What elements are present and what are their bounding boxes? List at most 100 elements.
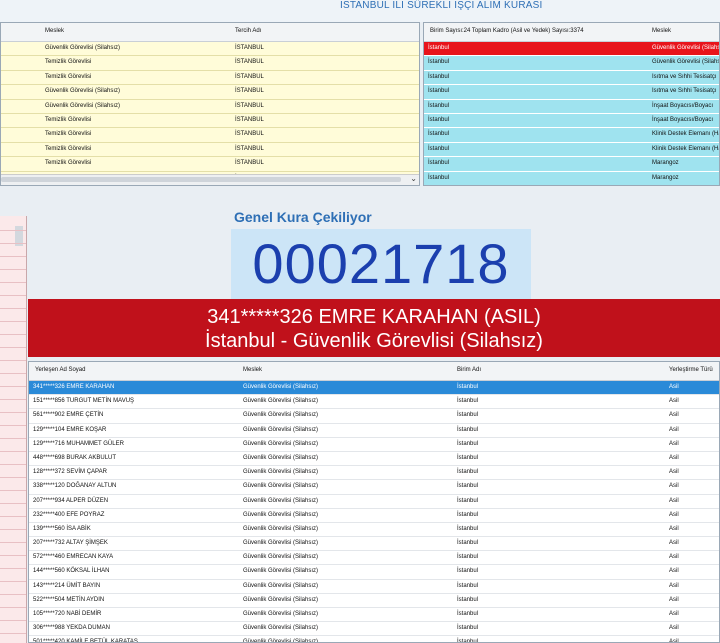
table-row[interactable]: 501*****420 KAMİLE BETÜL KARATAŞ Güvenlik…: [29, 636, 719, 643]
preference-grid-body: Güvenlik Görevlisi (Silahsız) İSTANBUL Tem…: [1, 42, 419, 185]
cell: 448*****698 BURAK AKBULUT: [33, 454, 117, 461]
cell: 232*****400 EFE POYRAZ: [33, 511, 105, 518]
row-divider: [0, 308, 26, 309]
cell: Güvenlik Görevlisi (Silahsız): [243, 384, 319, 390]
cell: İstanbul: [457, 454, 479, 461]
side-list[interactable]: [0, 216, 27, 643]
column-header-meslek-right[interactable]: Meslek: [652, 28, 671, 34]
table-row[interactable]: 341*****326 EMRE KARAHAN Güvenlik Görevli…: [29, 381, 719, 396]
unit-count-header[interactable]: Birim Sayısı:24 Toplam Kadro (Asil ve Ye…: [430, 28, 584, 34]
cell: Temizlik Görevlisi: [45, 145, 92, 152]
table-row[interactable]: 105*****720 NABİ DEMİR Güvenlik Görevlisi…: [29, 608, 719, 623]
cell: Güvenlik Görevlisi (Silahsız): [243, 426, 319, 433]
table-row[interactable]: İstanbul Güvenlik Görevlisi (Silahsız): [424, 42, 719, 57]
table-row[interactable]: 207*****732 ALTAY ŞİMŞEK Güvenlik Görevli…: [29, 537, 719, 552]
unit-grid[interactable]: Birim Sayısı:24 Toplam Kadro (Asil ve Ye…: [423, 22, 720, 186]
column-header-birim[interactable]: Birim Adı: [457, 367, 481, 373]
cell: İstanbul: [457, 440, 479, 447]
cell: İstanbul: [457, 568, 479, 575]
cell: 572*****460 EMRECAN KAYA: [33, 554, 114, 561]
table-row[interactable]: İstanbul İnşaat Boyacısı/Boyacı: [424, 99, 719, 114]
table-row[interactable]: 522*****504 METİN AYDIN Güvenlik Görevlis…: [29, 594, 719, 608]
cell: Güvenlik Görevlisi (Silahsız): [243, 483, 319, 490]
table-row[interactable]: İstanbul Marangoz: [424, 157, 719, 172]
table-row[interactable]: 207*****934 ALPER DÜZEN Güvenlik Görevlis…: [29, 495, 719, 509]
table-row[interactable]: 448*****698 BURAK AKBULUT Güvenlik Görevl…: [29, 452, 719, 467]
cell: Güvenlik Görevlisi (Silahsız): [243, 639, 319, 643]
results-grid-body: 341*****326 EMRE KARAHAN Güvenlik Görevli…: [29, 381, 719, 643]
table-row[interactable]: 561*****902 EMRE ÇETİN Güvenlik Görevlisi…: [29, 409, 719, 424]
table-row[interactable]: 572*****460 EMRECAN KAYA Güvenlik Görevli…: [29, 551, 719, 566]
cell: 306*****988 YEKDA DUMAN: [33, 625, 110, 632]
column-header-tercih[interactable]: Tercih Adı: [235, 28, 261, 34]
table-row[interactable]: İstanbul Isıtma ve Sıhhi Tesisatçı: [424, 85, 719, 100]
cell: Asil: [669, 568, 679, 575]
scrollbar-thumb[interactable]: [1, 177, 401, 182]
column-header-yerlestirme[interactable]: Yerleştirme Türü: [669, 367, 713, 373]
cell: Asil: [669, 554, 679, 561]
column-header-meslek-bottom[interactable]: Meslek: [243, 367, 262, 373]
table-row[interactable]: 151*****856 TURGUT METİN MAVUŞ Güvenlik G…: [29, 395, 719, 410]
table-row[interactable]: 338*****120 DOĞANAY ALTUN Güvenlik Görevl…: [29, 480, 719, 495]
row-divider: [0, 568, 26, 569]
table-row[interactable]: 306*****988 YEKDA DUMAN Güvenlik Görevlis…: [29, 622, 719, 637]
cell: İstanbul: [457, 469, 479, 476]
cell: İstanbul: [428, 73, 450, 80]
cell: İstanbul: [428, 131, 450, 138]
table-row[interactable]: Temizlik Görevlisi İSTANBUL: [1, 71, 419, 86]
column-header-meslek[interactable]: Meslek: [45, 28, 64, 34]
cell: Asil: [669, 384, 679, 390]
table-row[interactable]: 143*****214 ÜMİT BAYIN Güvenlik Görevlisi…: [29, 580, 719, 594]
cell: 207*****934 ALPER DÜZEN: [33, 497, 109, 504]
table-row[interactable]: İstanbul Isıtma ve Sıhhi Tesisatçı: [424, 70, 719, 86]
cell: Güvenlik Görevlisi (Silahsız): [45, 102, 121, 109]
column-header-ad-soyad[interactable]: Yerleşen Ad Soyad: [35, 367, 85, 373]
cell: Güvenlik Görevlisi (Silahsız): [652, 59, 720, 66]
horizontal-scrollbar[interactable]: ⌄: [1, 174, 419, 185]
cell: Klinik Destek Elemanı (Hasta Bakım): [652, 131, 719, 138]
table-row[interactable]: Güvenlik Görevlisi (Silahsız) İSTANBUL: [1, 100, 419, 114]
table-row[interactable]: Temizlik Görevlisi İSTANBUL: [1, 157, 419, 172]
table-row[interactable]: 128*****372 SEVİM ÇAPAR Güvenlik Görevlis…: [29, 466, 719, 481]
table-row[interactable]: 139*****560 İSA ABİK Güvenlik Görevlisi (…: [29, 523, 719, 538]
table-row[interactable]: Temizlik Görevlisi İSTANBUL: [1, 114, 419, 129]
table-row[interactable]: Temizlik Görevlisi İSTANBUL: [1, 128, 419, 143]
cell: Asil: [669, 440, 679, 447]
table-row[interactable]: Temizlik Görevlisi İSTANBUL: [1, 143, 419, 158]
cell: İstanbul: [457, 398, 479, 405]
row-divider: [0, 321, 26, 322]
cell: İSTANBUL: [235, 131, 264, 138]
results-grid[interactable]: Yerleşen Ad Soyad Meslek Birim Adı Yerle…: [28, 361, 720, 643]
chevron-down-icon[interactable]: ⌄: [410, 174, 417, 183]
cell: İstanbul: [457, 596, 479, 603]
unit-grid-header: Birim Sayısı:24 Toplam Kadro (Asil ve Ye…: [424, 23, 719, 42]
app-title: İSTANBUL İLİ SÜREKLİ İŞÇİ ALIM KURASI: [340, 0, 543, 11]
table-row[interactable]: 144*****560 KÖKSAL İLHAN Güvenlik Görevli…: [29, 565, 719, 580]
table-row[interactable]: İstanbul Marangoz: [424, 171, 719, 185]
row-divider: [0, 360, 26, 361]
cell: İSTANBUL: [235, 145, 264, 152]
row-divider: [0, 503, 26, 504]
table-row[interactable]: İstanbul Klinik Destek Elemanı (Hasta Bak…: [424, 128, 719, 143]
table-row[interactable]: Güvenlik Görevlisi (Silahsız) İSTANBUL: [1, 42, 419, 57]
cell: İstanbul: [428, 116, 450, 123]
table-row[interactable]: 232*****400 EFE POYRAZ Güvenlik Görevlisi…: [29, 509, 719, 523]
table-row[interactable]: İstanbul Klinik Destek Elemanı (Hasta Bak…: [424, 142, 719, 158]
table-row[interactable]: İstanbul Güvenlik Görevlisi (Silahsız): [424, 56, 720, 71]
row-divider: [0, 373, 26, 374]
winner-banner: 341*****326 EMRE KARAHAN (ASIL) İstanbul…: [28, 299, 720, 357]
table-row[interactable]: 129*****104 EMRE KOŞAR Güvenlik Görevlisi…: [29, 424, 719, 438]
row-divider: [0, 282, 26, 283]
table-row[interactable]: İstanbul İnşaat Boyacısı/Boyacı: [424, 113, 719, 129]
table-row[interactable]: Güvenlik Görevlisi (Silahsız) İSTANBUL: [1, 85, 419, 100]
cell: 338*****120 DOĞANAY ALTUN: [33, 483, 117, 490]
results-grid-header: Yerleşen Ad Soyad Meslek Birim Adı Yerle…: [29, 362, 719, 381]
preference-grid[interactable]: Meslek Tercih Adı Güvenlik Görevlisi (Si…: [0, 22, 420, 186]
row-divider: [0, 243, 26, 244]
cell: İstanbul: [457, 412, 479, 419]
table-row[interactable]: Temizlik Görevlisi İSTANBUL: [1, 56, 419, 71]
table-row[interactable]: 129*****716 MUHAMMET GÜLER Güvenlik Görev…: [29, 438, 719, 452]
cell: Güvenlik Görevlisi (Silahsız): [243, 454, 319, 461]
cell: 561*****902 EMRE ÇETİN: [33, 412, 104, 419]
cell: İstanbul: [457, 525, 479, 532]
